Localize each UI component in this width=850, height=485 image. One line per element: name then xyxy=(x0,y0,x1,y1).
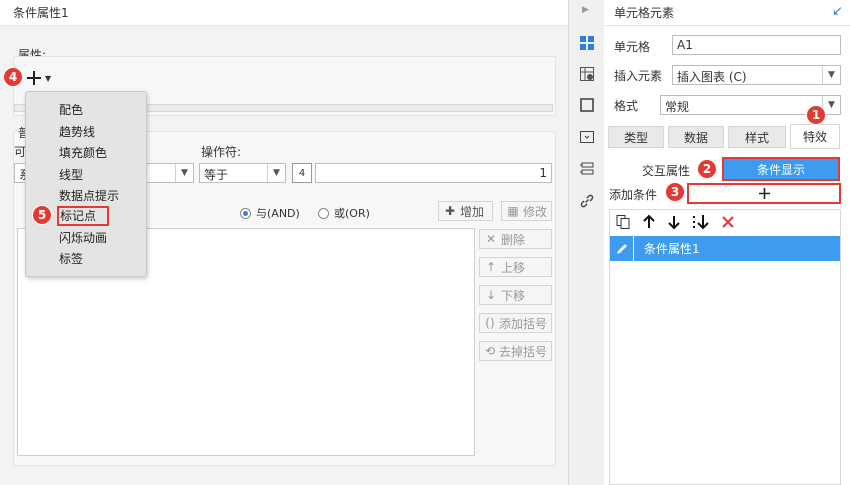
caret-down-icon: ▼ xyxy=(45,73,52,83)
condition-item-label: 条件属性1 xyxy=(644,242,700,256)
add-condition-button[interactable]: ✚ 增加 xyxy=(438,201,493,221)
pencil-icon xyxy=(610,236,634,261)
chevron-down-icon: ▼ xyxy=(822,66,840,84)
copy-icon[interactable] xyxy=(615,214,631,230)
menu-item-label[interactable]: 标签 xyxy=(59,250,83,270)
modify-condition-button[interactable]: ▦ 修改 xyxy=(501,201,552,221)
cell-element-icon[interactable] xyxy=(578,34,596,52)
plus-icon xyxy=(758,188,770,199)
arrow-up-icon[interactable] xyxy=(642,214,656,230)
delete-button[interactable]: ✕ 删除 xyxy=(479,229,552,249)
operand-type-button[interactable]: 4 xyxy=(292,163,312,183)
chevron-down-icon: ▼ xyxy=(267,164,285,182)
format-value: 常规 xyxy=(665,100,690,114)
edit-icon: ▦ xyxy=(507,204,519,218)
move-up-label: 上移 xyxy=(501,260,526,275)
move-up-button[interactable]: ↑ 上移 xyxy=(479,257,552,277)
remove-bracket-icon: ⟲ xyxy=(484,344,496,358)
icon-sidebar: ▶ xyxy=(569,0,604,485)
menu-item-trendline[interactable]: 趋势线 xyxy=(59,123,95,143)
number-type-icon: 4 xyxy=(298,167,306,179)
operand-input[interactable]: 1 xyxy=(315,163,552,183)
chevron-down-icon: ▼ xyxy=(175,164,193,182)
add-bracket-label: 添加括号 xyxy=(498,316,547,331)
remove-bracket-label: 去掉括号 xyxy=(498,344,547,359)
menu-item-color-scheme[interactable]: 配色 xyxy=(59,101,83,121)
tab-style[interactable]: 样式 xyxy=(728,126,786,148)
condition-list-item[interactable]: 条件属性1 xyxy=(610,236,840,261)
menu-item-flash-animation[interactable]: 闪烁动画 xyxy=(59,229,107,249)
plus-icon: ✚ xyxy=(444,204,456,218)
step-badge-3: 3 xyxy=(665,182,685,202)
hyperlink-icon[interactable] xyxy=(578,192,596,210)
step-badge-1: 1 xyxy=(806,105,826,125)
add-property-dropdown-button[interactable]: ▼ xyxy=(26,68,54,88)
move-to-bottom-icon[interactable] xyxy=(692,214,710,230)
radio-checked-icon xyxy=(240,207,251,219)
format-label: 格式 xyxy=(614,99,639,113)
bracket-icon: () xyxy=(485,316,495,330)
remove-bracket-button[interactable]: ⟲ 去掉括号 xyxy=(479,341,552,361)
move-down-label: 下移 xyxy=(501,288,526,303)
subtab-conditional-display[interactable]: 条件显示 xyxy=(722,157,840,181)
right-panel-title: 单元格元素 xyxy=(605,0,850,26)
step-badge-4: 4 xyxy=(3,67,23,87)
add-condition-plus-button[interactable] xyxy=(687,183,841,204)
menu-item-data-point-tip[interactable]: 数据点提示 xyxy=(59,187,119,207)
radio-or[interactable]: 或(OR) xyxy=(318,205,370,221)
insert-element-label: 插入元素 xyxy=(614,69,663,83)
plus-icon xyxy=(27,71,41,85)
radio-and[interactable]: 与(AND) xyxy=(240,205,300,221)
expand-arrow-icon[interactable]: ↙ xyxy=(832,4,843,19)
operator-label: 操作符: xyxy=(201,145,242,159)
add-condition-label: 添加条件 xyxy=(609,188,658,202)
delete-label: 删除 xyxy=(501,232,526,247)
property-dropdown-menu: 配色 趋势线 填充颜色 线型 数据点提示 标记点 闪烁动画 标签 xyxy=(25,91,147,277)
menu-item-fill-color[interactable]: 填充颜色 xyxy=(59,144,107,164)
operator-value: 等于 xyxy=(204,168,229,182)
widget-icon[interactable] xyxy=(578,128,596,146)
arrow-down-icon[interactable] xyxy=(667,214,681,230)
radio-and-label: 与(AND) xyxy=(256,207,300,220)
insert-element-select[interactable]: 插入图表 (C) ▼ xyxy=(672,65,841,85)
modify-button-label: 修改 xyxy=(522,204,547,219)
cell-attribute-icon[interactable] xyxy=(578,65,596,83)
radio-unchecked-icon xyxy=(318,207,329,219)
step-badge-2: 2 xyxy=(697,159,717,179)
condition-toolbar xyxy=(615,214,735,230)
collapse-arrow-icon[interactable]: ▶ xyxy=(582,5,589,15)
cell-label: 单元格 xyxy=(614,40,651,54)
insert-element-value: 插入图表 (C) xyxy=(677,70,747,84)
menu-item-line-type[interactable]: 线型 xyxy=(59,166,83,186)
menu-item-marker[interactable]: 标记点 xyxy=(57,206,109,226)
step-badge-5: 5 xyxy=(32,205,52,225)
cell-input[interactable]: A1 xyxy=(672,35,841,55)
border-icon[interactable] xyxy=(578,96,596,114)
dialog-title: 条件属性1 xyxy=(0,0,568,26)
arrow-up-icon: ↑ xyxy=(485,260,497,274)
tab-data[interactable]: 数据 xyxy=(668,126,724,148)
add-bracket-button[interactable]: () 添加括号 xyxy=(479,313,552,333)
operator-select[interactable]: 等于 ▼ xyxy=(199,163,286,183)
move-down-button[interactable]: ↓ 下移 xyxy=(479,285,552,305)
report-attribute-icon[interactable] xyxy=(578,160,596,178)
delete-x-icon[interactable] xyxy=(721,215,735,229)
arrow-down-icon: ↓ xyxy=(485,288,497,302)
tab-effects[interactable]: 特效 xyxy=(790,124,840,149)
add-button-label: 增加 xyxy=(460,204,485,219)
tab-type[interactable]: 类型 xyxy=(608,126,664,148)
x-icon: ✕ xyxy=(485,232,497,246)
radio-or-label: 或(OR) xyxy=(334,207,370,220)
